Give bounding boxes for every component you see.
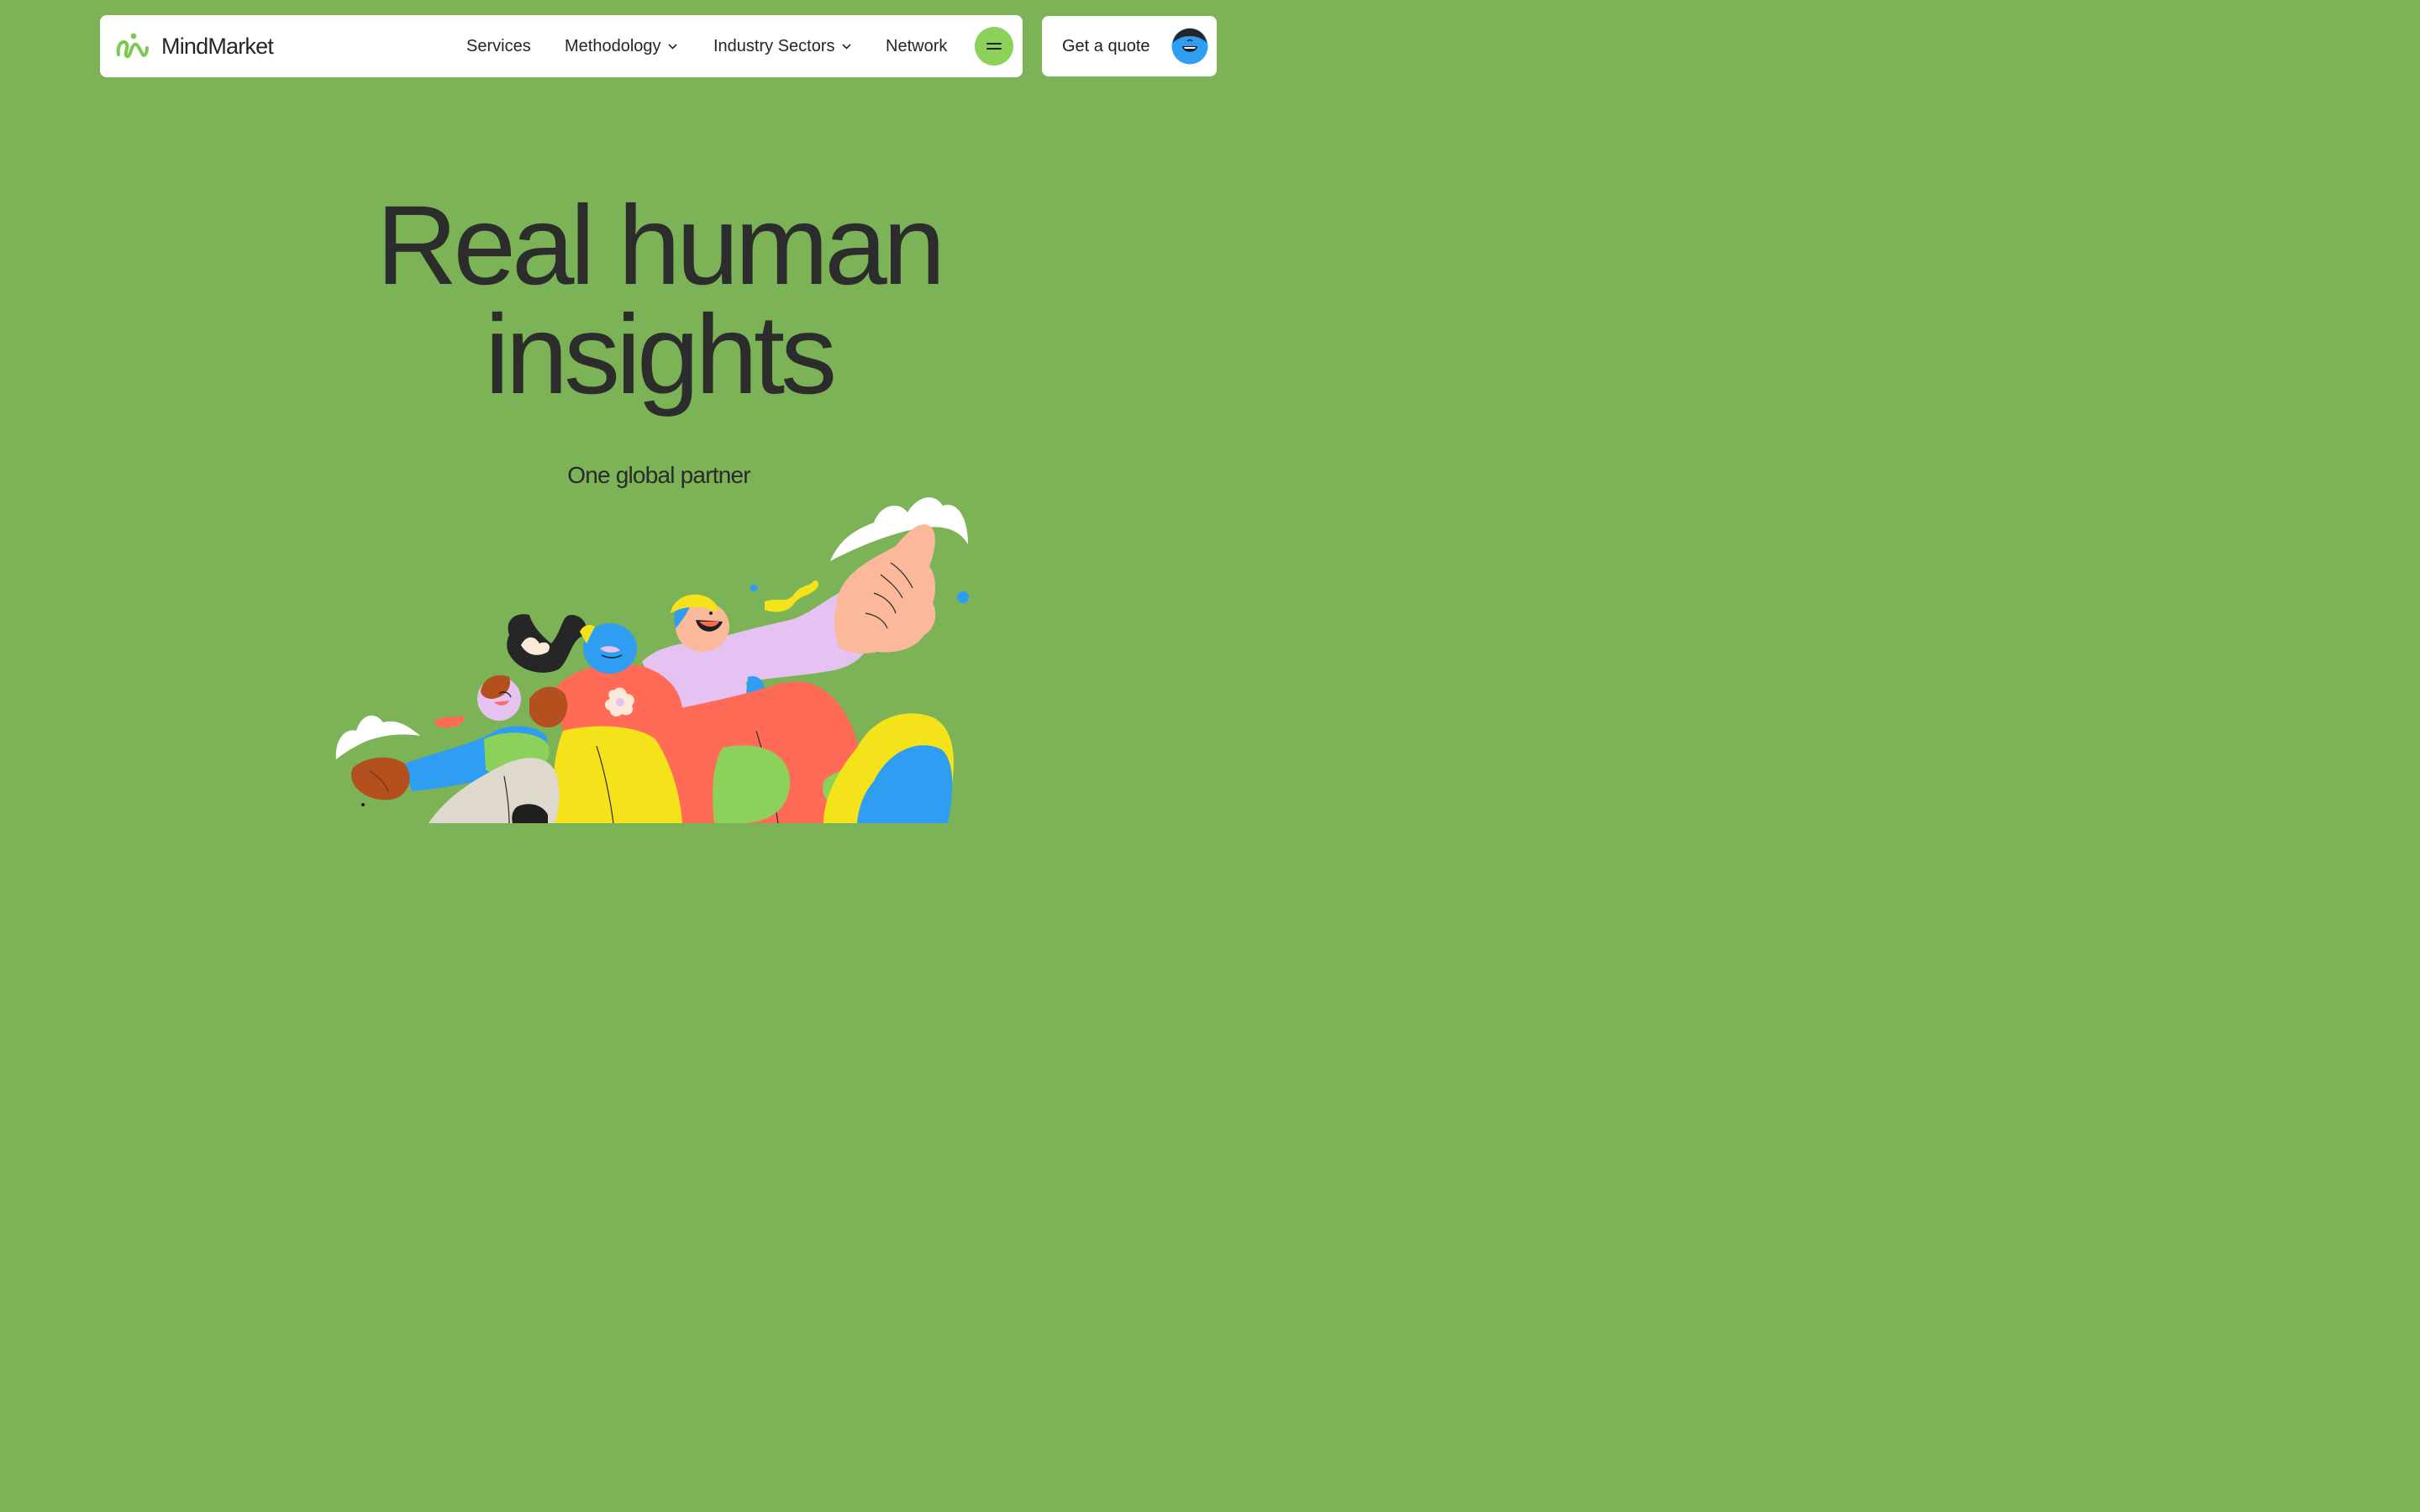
nav-item-methodology[interactable]: Methodology [565,15,677,77]
menu-button[interactable] [975,27,1013,66]
nav-item-label: Methodology [565,36,661,55]
chevron-down-icon [667,43,677,50]
nav-item-label: Services [466,36,531,55]
nav-item-services[interactable]: Services [466,15,531,77]
nav-item-industry-sectors[interactable]: Industry Sectors [713,15,851,77]
hero-title-line-2: insights [484,292,837,417]
chevron-down-icon [841,43,851,50]
nav-item-label: Industry Sectors [713,36,835,55]
get-a-quote-label: Get a quote [1062,36,1150,55]
hand-shape [351,757,410,801]
navbar: MindMarket Services Methodology Industry… [100,15,1023,77]
hero-title-line-1: Real human [376,183,946,308]
menu-icon [986,43,1002,50]
cloud-shape [335,715,420,759]
hero-title: Real human insights [0,190,1318,412]
nav-links: Services Methodology Industry Sectors Ne… [100,15,1023,77]
nav-item-network[interactable]: Network [886,15,947,77]
get-a-quote-button[interactable]: Get a quote [1042,16,1217,76]
hero-illustration [335,497,969,823]
avatar-icon [1171,28,1208,65]
nav-item-label: Network [886,36,948,55]
